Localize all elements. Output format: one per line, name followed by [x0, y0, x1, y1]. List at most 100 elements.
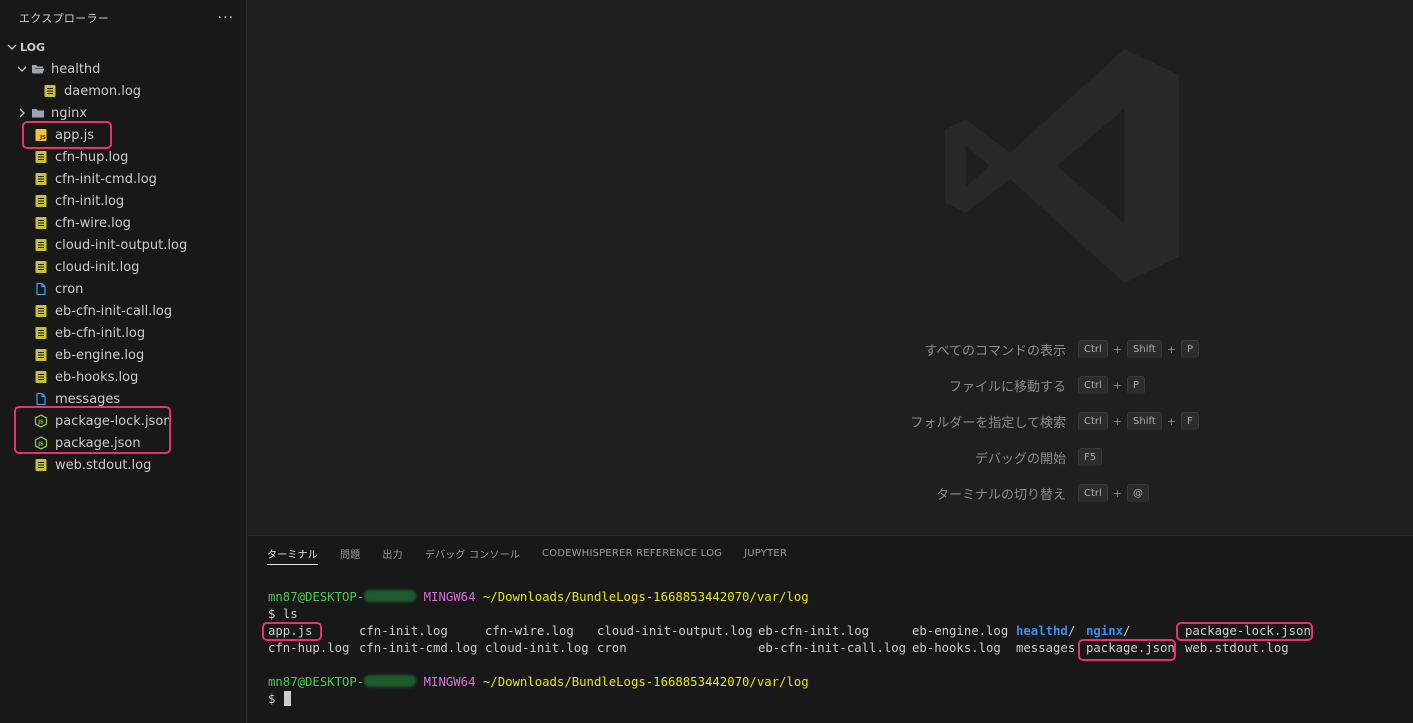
shortcut-keys: F5 — [1078, 448, 1103, 466]
shortcut-label: デバッグの開始 — [974, 451, 1066, 467]
ls-entry: / — [1123, 624, 1131, 638]
log-file-icon — [33, 259, 49, 275]
file-label: app.js — [55, 127, 94, 143]
log-file-icon — [33, 171, 49, 187]
log-file-icon — [33, 193, 49, 209]
log-file-icon — [33, 215, 49, 231]
panel-tab[interactable]: ターミナル — [267, 536, 318, 571]
file-label: cloud-init-output.log — [55, 237, 188, 253]
file-label: cfn-init.log — [55, 193, 125, 209]
ls-entry: eb-cfn-init.log — [758, 624, 870, 638]
shortcut-label: すべてのコマンドの表示 — [924, 343, 1066, 359]
file-item-package-json[interactable]: JS package.json — [0, 432, 246, 454]
file-item-cfn-init-cmd-log[interactable]: cfn-init-cmd.log — [0, 168, 246, 190]
folder-item-nginx[interactable]: nginx — [0, 102, 246, 124]
file-item-messages[interactable]: messages — [0, 388, 246, 410]
file-item-eb-hooks-log[interactable]: eb-hooks.log — [0, 366, 246, 388]
explorer-title: エクスプローラー — [19, 12, 110, 25]
chevron-down-icon — [4, 39, 20, 55]
terminal-cursor — [283, 691, 291, 706]
file-label: healthd — [51, 61, 101, 77]
file-label: eb-engine.log — [55, 347, 145, 363]
file-label: cron — [55, 281, 84, 297]
ls-entry: nginx — [1086, 624, 1124, 638]
nodejs-file-icon: JS — [33, 413, 49, 429]
shortcut-keys: Ctrl + Shift + P — [1078, 340, 1199, 358]
keycap: P — [1180, 340, 1199, 358]
keycap: Ctrl — [1078, 376, 1108, 394]
file-item-eb-cfn-init-log[interactable]: eb-cfn-init.log — [0, 322, 246, 344]
ls-entry: package-lock.json — [1185, 624, 1311, 638]
log-file-icon — [33, 369, 49, 385]
log-file-icon — [42, 83, 58, 99]
file-item-app-js[interactable]: JS app.js — [0, 124, 246, 146]
terminal-prompt-line: mn87@DESKTOP- MINGW64 ~/Downloads/Bundle… — [268, 674, 809, 691]
shortcut-row: フォルダーを指定して検索 Ctrl + Shift + F — [248, 403, 1413, 439]
file-item-web-stdout-log[interactable]: web.stdout.log — [0, 454, 246, 476]
terminal-command: ls — [282, 607, 298, 621]
terminal-command-line: $ ls — [268, 606, 809, 623]
file-icon — [33, 391, 49, 407]
log-file-icon — [33, 237, 49, 253]
panel-tab[interactable]: 問題 — [340, 536, 360, 571]
key-plus: + — [1112, 342, 1123, 356]
shortcut-row: デバッグの開始 F5 — [248, 439, 1413, 475]
keycap: Shift — [1127, 412, 1162, 430]
file-label: package-lock.json — [55, 413, 172, 429]
keycap: @ — [1127, 484, 1150, 502]
log-folder-header[interactable]: LOG — [0, 36, 246, 58]
terminal-path: ~/Downloads/BundleLogs-1668853442070/var… — [482, 675, 809, 689]
terminal-path: ~/Downloads/BundleLogs-1668853442070/var… — [482, 590, 809, 604]
shortcut-row: ターミナルの切り替え Ctrl + @ — [248, 475, 1413, 511]
javascript-file-icon: JS — [33, 127, 49, 143]
terminal-user: mn87@DESKTOP- — [268, 590, 365, 604]
file-item-cloud-init-log[interactable]: cloud-init.log — [0, 256, 246, 278]
terminal-user: mn87@DESKTOP- — [268, 675, 365, 689]
file-item-cfn-wire-log[interactable]: cfn-wire.log — [0, 212, 246, 234]
ls-entry: eb-engine.log — [912, 624, 1009, 638]
keycap: P — [1127, 376, 1146, 394]
file-item-package-lock-json[interactable]: JS package-lock.json — [0, 410, 246, 432]
ls-entry: messages — [1016, 641, 1076, 655]
chevron-right-icon — [14, 105, 30, 121]
vscode-logo-watermark — [945, 49, 1179, 283]
file-label: eb-hooks.log — [55, 369, 139, 385]
file-item-eb-cfn-init-call-log[interactable]: eb-cfn-init-call.log — [0, 300, 246, 322]
log-file-icon — [33, 347, 49, 363]
shortcut-row: すべてのコマンドの表示 Ctrl + Shift + P — [248, 331, 1413, 367]
redacted-hostname — [364, 675, 417, 687]
prompt-symbol: $ — [268, 692, 276, 706]
panel-tab[interactable]: デバッグ コンソール — [425, 536, 520, 571]
panel-tab[interactable]: 出力 — [382, 536, 402, 571]
log-file-icon — [33, 457, 49, 473]
terminal[interactable]: mn87@DESKTOP- MINGW64 ~/Downloads/Bundle… — [268, 589, 1311, 708]
file-item-eb-engine-log[interactable]: eb-engine.log — [0, 344, 246, 366]
ls-entry: eb-cfn-init-call.log — [758, 641, 907, 655]
file-item-cron[interactable]: cron — [0, 278, 246, 300]
panel-tab[interactable]: CODEWHISPERER REFERENCE LOG — [542, 536, 722, 571]
editor-area: すべてのコマンドの表示 Ctrl + Shift + P ファイルに移動する Ctrl + P フォ… — [248, 0, 1413, 535]
file-item-cfn-hup-log[interactable]: cfn-hup.log — [0, 146, 246, 168]
chevron-down-icon — [14, 61, 30, 77]
panel-tab[interactable]: JUPYTER — [744, 536, 787, 571]
svg-text:JS: JS — [37, 441, 44, 447]
shortcut-label: フォルダーを指定して検索 — [910, 415, 1066, 431]
more-actions-icon[interactable]: ··· — [218, 10, 234, 26]
ls-entry: cfn-init.log — [359, 624, 448, 638]
file-item-cloud-init-output-log[interactable]: cloud-init-output.log — [0, 234, 246, 256]
shortcut-keys: Ctrl + Shift + F — [1078, 412, 1199, 430]
file-item-daemon-log[interactable]: daemon.log — [0, 80, 246, 102]
explorer-sidebar: エクスプローラー ··· LOG healthd daemon.log nginx J… — [0, 0, 247, 723]
folder-open-icon — [30, 61, 46, 77]
ls-entry: / — [1068, 624, 1076, 638]
file-label: cfn-init-cmd.log — [55, 171, 157, 187]
keycap: F5 — [1078, 448, 1103, 466]
log-file-icon — [33, 303, 49, 319]
log-file-icon — [33, 325, 49, 341]
file-icon — [33, 281, 49, 297]
terminal-env: MINGW64 — [423, 590, 476, 604]
file-item-cfn-init-log[interactable]: cfn-init.log — [0, 190, 246, 212]
folder-item-healthd[interactable]: healthd — [0, 58, 246, 80]
keycap: Ctrl — [1078, 484, 1108, 502]
file-tree: healthd daemon.log nginx JS app.js cfn-hup.lo… — [0, 58, 246, 476]
